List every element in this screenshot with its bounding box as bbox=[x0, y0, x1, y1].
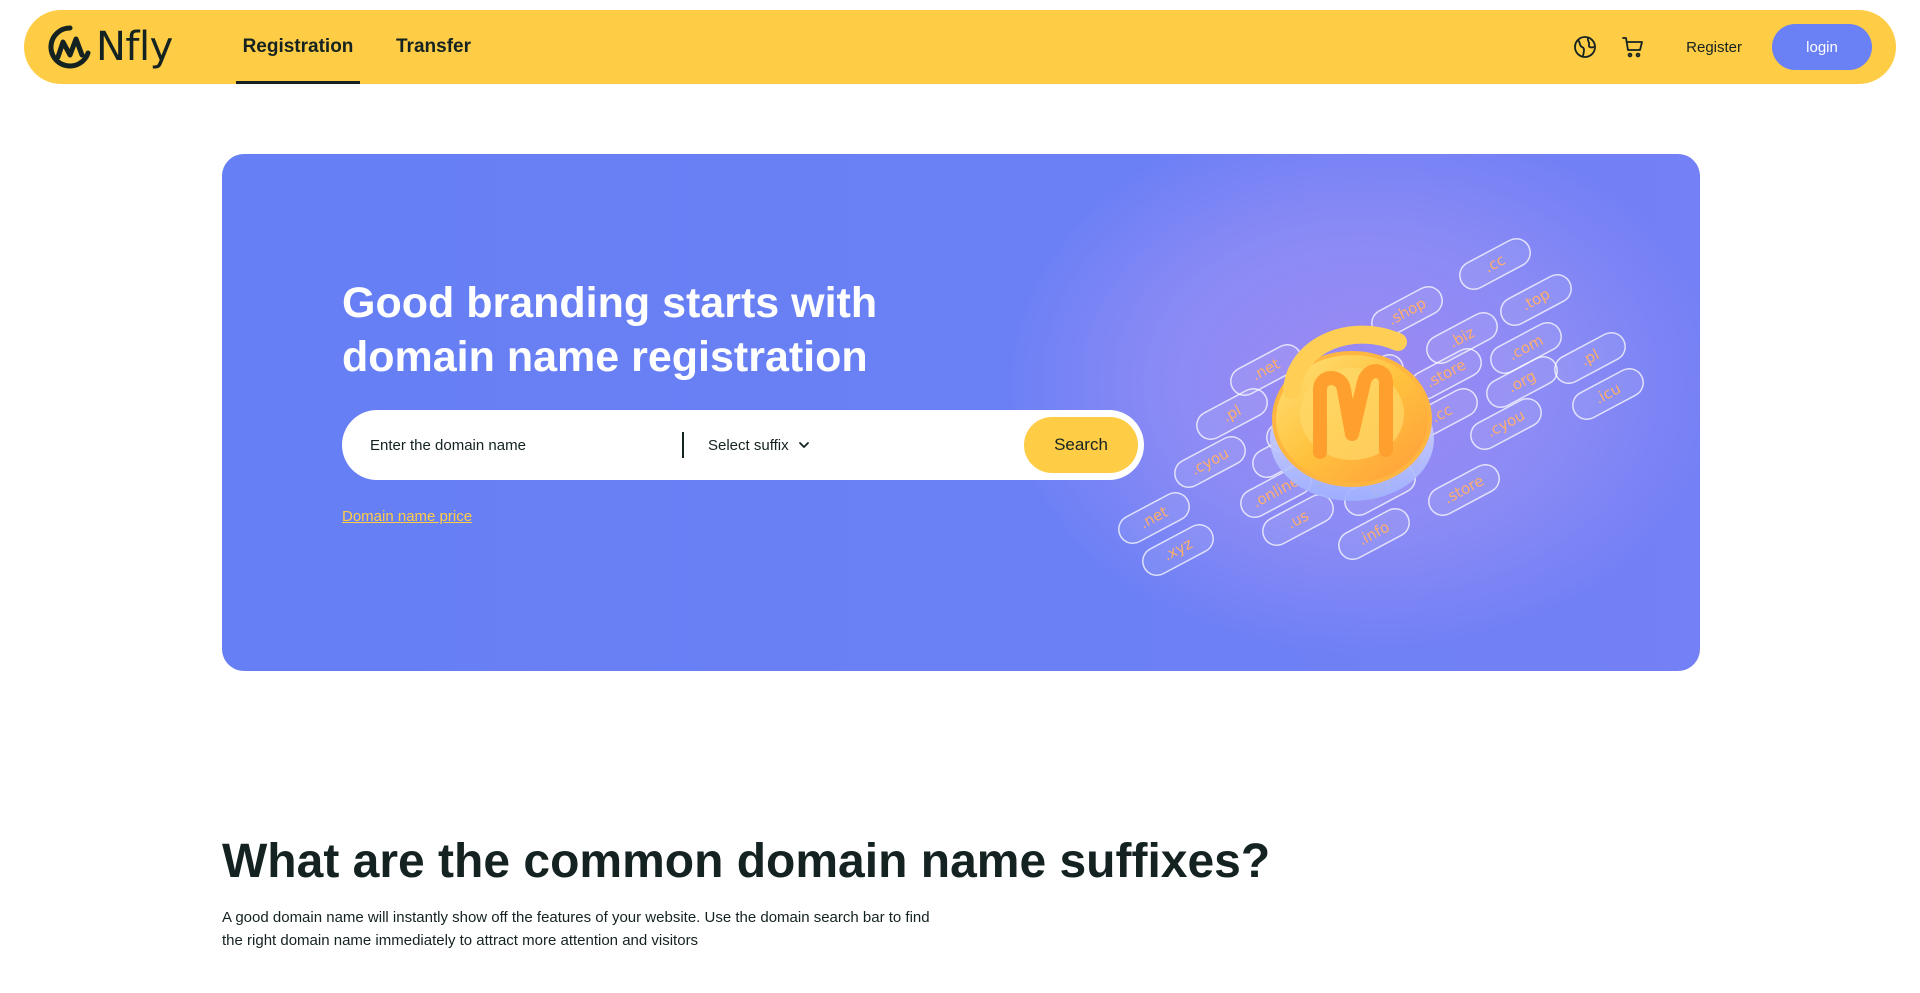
header-actions: Register login bbox=[1570, 10, 1896, 84]
nfly-logo-icon bbox=[48, 25, 91, 69]
brand-name: Nfly bbox=[96, 24, 173, 70]
hero-banner: Good branding starts with domain name re… bbox=[222, 154, 1700, 671]
nav-tab-transfer[interactable]: Transfer bbox=[384, 10, 483, 84]
suffix-pill: .pl bbox=[1196, 387, 1268, 441]
suffix-pill: .cyou bbox=[1174, 435, 1246, 489]
top-navigation-bar: Nfly Registration Transfer Register logi… bbox=[24, 10, 1896, 84]
register-link[interactable]: Register bbox=[1686, 39, 1742, 56]
nav-tab-registration[interactable]: Registration bbox=[236, 10, 360, 84]
login-button[interactable]: login bbox=[1772, 24, 1872, 70]
suffix-pill: .top bbox=[1500, 273, 1572, 327]
search-divider bbox=[682, 432, 684, 458]
section-description: A good domain name will instantly show o… bbox=[222, 909, 930, 949]
chevron-down-icon bbox=[798, 442, 809, 448]
domain-search-input[interactable] bbox=[342, 410, 682, 480]
domain-suffix-illustration: .cc.shop .top.biz .com.store.net .pl.org .ic… bbox=[1118, 237, 1644, 577]
suffix-pill: .cc bbox=[1459, 237, 1531, 291]
hero-title-line-1: Good branding starts with bbox=[342, 279, 878, 327]
hero-title: Good branding starts with domain name re… bbox=[342, 276, 902, 384]
brand-logo[interactable]: Nfly bbox=[48, 24, 173, 70]
suffix-select-label: Select suffix bbox=[708, 436, 789, 454]
domain-price-link[interactable]: Domain name price bbox=[342, 508, 472, 525]
suffix-pill: .info bbox=[1338, 507, 1410, 561]
hero-title-line-2: domain name registration bbox=[342, 333, 868, 381]
globe-icon[interactable] bbox=[1570, 32, 1600, 62]
suffix-select[interactable]: Select suffix bbox=[708, 437, 811, 454]
suffix-pill: .store bbox=[1428, 463, 1500, 517]
cart-icon[interactable] bbox=[1618, 32, 1648, 62]
domain-search-bar: Select suffix Search bbox=[342, 410, 1144, 480]
main-nav: Registration Transfer bbox=[236, 10, 507, 84]
section-title: What are the common domain name suffixes… bbox=[222, 835, 1271, 888]
n-logo-sculpture-icon bbox=[1270, 325, 1434, 501]
